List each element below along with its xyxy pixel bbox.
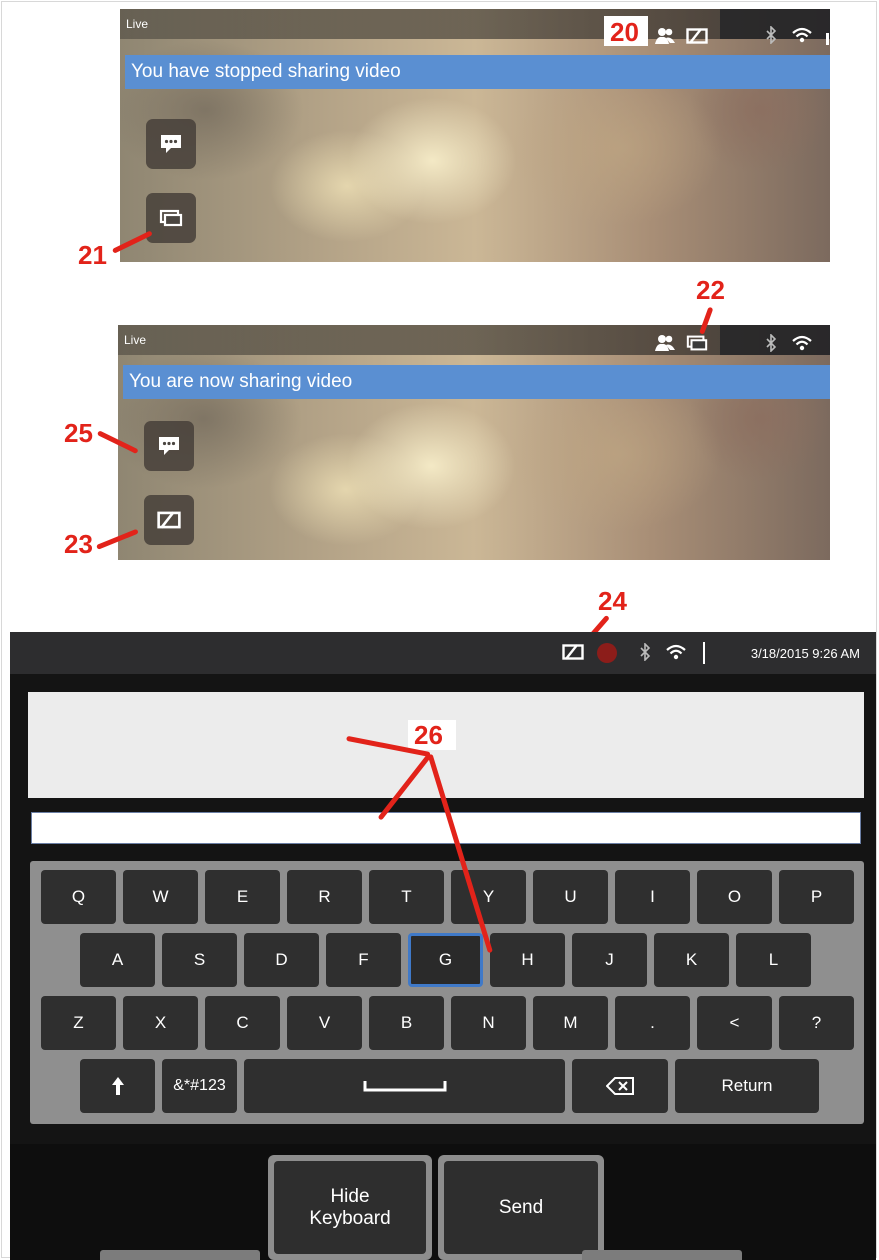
date-time: 3/18/2015 9:26 AM: [750, 646, 860, 661]
hide-keyboard-button[interactable]: Hide Keyboard: [274, 1161, 426, 1254]
key-b[interactable]: B: [369, 996, 444, 1050]
key-y[interactable]: Y: [451, 870, 526, 924]
device-status-bar: 3/18/2015 9:26 AM: [10, 632, 876, 674]
key-l[interactable]: L: [736, 933, 811, 987]
contacts-icon[interactable]: [654, 27, 676, 45]
key-h[interactable]: H: [490, 933, 565, 987]
key-u[interactable]: U: [533, 870, 608, 924]
tab-stub-left: [100, 1250, 260, 1260]
space-key[interactable]: [244, 1059, 565, 1113]
stop-share-video-icon: [157, 511, 181, 529]
callout-23: 23: [64, 529, 93, 559]
key-o[interactable]: O: [697, 870, 772, 924]
callout-26: 26: [414, 720, 443, 750]
shift-arrow-icon: [111, 1077, 124, 1095]
tab-stub-right: [582, 1250, 742, 1260]
callout-20: 20: [610, 17, 639, 47]
live-video-feed: [120, 9, 830, 262]
chat-button[interactable]: [146, 119, 196, 169]
key-a[interactable]: A: [80, 933, 155, 987]
bluetooth-icon: [766, 334, 777, 352]
video-share-stopped-icon[interactable]: [686, 28, 708, 44]
camera-view-sharing: Live You are now sharing video: [118, 325, 830, 560]
live-video-feed: [118, 325, 830, 560]
share-video-icon: [159, 209, 183, 227]
shift-key[interactable]: [80, 1059, 155, 1113]
key-m[interactable]: M: [533, 996, 608, 1050]
callout-22: 22: [696, 275, 725, 305]
wifi-icon: [666, 644, 686, 660]
hide-keyboard-button-frame: Hide Keyboard: [268, 1155, 432, 1260]
sharing-status-banner: You have stopped sharing video: [125, 55, 830, 89]
live-label: Live: [126, 17, 149, 31]
callout-24: 24: [598, 586, 627, 616]
key-t[interactable]: T: [369, 870, 444, 924]
chat-button[interactable]: [144, 421, 194, 471]
symbols-key[interactable]: &*#123: [162, 1059, 237, 1113]
live-label: Live: [124, 333, 147, 347]
key-question[interactable]: ?: [779, 996, 854, 1050]
key-s[interactable]: S: [162, 933, 237, 987]
key-less-than[interactable]: <: [697, 996, 772, 1050]
space-bar-icon: [363, 1081, 446, 1092]
key-p[interactable]: P: [779, 870, 854, 924]
contacts-icon[interactable]: [654, 334, 676, 352]
video-share-stopped-icon[interactable]: [562, 644, 584, 660]
wifi-icon: [792, 27, 812, 43]
bluetooth-icon: [640, 643, 651, 661]
send-button[interactable]: Send: [444, 1161, 598, 1254]
video-sharing-icon[interactable]: [686, 334, 708, 352]
status-divider: [703, 642, 705, 664]
backspace-icon: [606, 1077, 634, 1095]
bluetooth-icon: [766, 26, 777, 44]
key-d[interactable]: D: [244, 933, 319, 987]
key-i[interactable]: I: [615, 870, 690, 924]
wifi-icon: [792, 335, 812, 351]
key-n[interactable]: N: [451, 996, 526, 1050]
key-c[interactable]: C: [205, 996, 280, 1050]
chat-icon: [159, 437, 179, 455]
key-e[interactable]: E: [205, 870, 280, 924]
key-w[interactable]: W: [123, 870, 198, 924]
key-q[interactable]: Q: [41, 870, 116, 924]
key-f[interactable]: F: [326, 933, 401, 987]
bottom-action-bar: Hide Keyboard Send: [10, 1144, 876, 1260]
key-period[interactable]: .: [615, 996, 690, 1050]
key-x[interactable]: X: [123, 996, 198, 1050]
stop-share-video-button[interactable]: [144, 495, 194, 545]
key-z[interactable]: Z: [41, 996, 116, 1050]
backspace-key[interactable]: [572, 1059, 668, 1113]
key-v[interactable]: V: [287, 996, 362, 1050]
send-button-frame: Send: [438, 1155, 604, 1260]
on-screen-keyboard: Q W E R T Y U I O P A S D F G H J K L Z …: [30, 861, 864, 1124]
record-indicator-icon: [597, 643, 617, 663]
camera-view-stopped: Live You have stopped sharing video: [120, 9, 830, 262]
key-g[interactable]: G: [408, 933, 483, 987]
chat-icon: [161, 135, 181, 153]
overflow-marker: [826, 33, 829, 45]
callout-25: 25: [64, 418, 93, 448]
key-j[interactable]: J: [572, 933, 647, 987]
share-video-button[interactable]: [146, 193, 196, 243]
key-r[interactable]: R: [287, 870, 362, 924]
sharing-status-banner: You are now sharing video: [123, 365, 830, 399]
key-k[interactable]: K: [654, 933, 729, 987]
return-key[interactable]: Return: [675, 1059, 819, 1113]
callout-21: 21: [78, 240, 107, 270]
